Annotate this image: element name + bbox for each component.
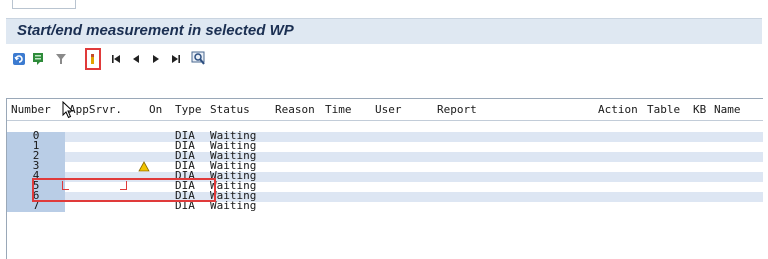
column-header-status[interactable]: Status bbox=[210, 103, 250, 116]
next-page-icon[interactable] bbox=[147, 50, 165, 68]
table-row-selected[interactable]: 3 DIA Waiting bbox=[7, 160, 763, 172]
column-header-report[interactable]: Report bbox=[437, 103, 477, 116]
column-header-action[interactable]: Action bbox=[598, 103, 638, 116]
column-header-on[interactable]: On bbox=[149, 103, 162, 116]
title-bar: Start/end measurement in selected WP bbox=[6, 18, 762, 44]
number-cell[interactable]: 7 bbox=[7, 200, 65, 212]
details-icon[interactable] bbox=[30, 50, 48, 68]
column-header-time[interactable]: Time bbox=[325, 103, 352, 116]
column-header-kb[interactable]: KB bbox=[693, 103, 706, 116]
top-input-field[interactable] bbox=[12, 0, 76, 9]
first-page-icon[interactable] bbox=[107, 50, 125, 68]
table-row[interactable]: 7 DIA Waiting bbox=[7, 199, 763, 212]
column-header-appsrvr[interactable]: AppSrvr. bbox=[69, 103, 122, 116]
column-header-user[interactable]: User bbox=[375, 103, 402, 116]
toolbar bbox=[10, 48, 762, 72]
page-title: Start/end measurement in selected WP bbox=[17, 22, 294, 39]
column-header-table[interactable]: Table bbox=[647, 103, 680, 116]
find-icon[interactable] bbox=[190, 50, 208, 68]
top-strip bbox=[0, 0, 768, 14]
measurement-toggle-highlight bbox=[85, 48, 101, 70]
column-header-name[interactable]: Name bbox=[714, 103, 741, 116]
refresh-icon[interactable] bbox=[10, 50, 28, 68]
column-header-reason[interactable]: Reason bbox=[275, 103, 315, 116]
column-header-type[interactable]: Type bbox=[175, 103, 202, 116]
previous-page-icon[interactable] bbox=[127, 50, 145, 68]
table-row[interactable]: 1 DIA Waiting bbox=[7, 140, 763, 152]
table-header: Number AppSrvr. On Type Status Reason Ti… bbox=[7, 99, 763, 121]
table-row[interactable]: 2 DIA Waiting bbox=[7, 150, 763, 162]
filter-icon[interactable] bbox=[52, 50, 70, 68]
row-status: Waiting bbox=[210, 199, 257, 212]
last-page-icon[interactable] bbox=[167, 50, 185, 68]
selection-corner-right bbox=[120, 181, 127, 190]
selection-corner-left bbox=[62, 181, 69, 190]
table-row[interactable]: 0 DIA Waiting bbox=[7, 130, 763, 142]
mouse-cursor-icon bbox=[62, 100, 74, 123]
column-header-number[interactable]: Number bbox=[11, 103, 51, 116]
